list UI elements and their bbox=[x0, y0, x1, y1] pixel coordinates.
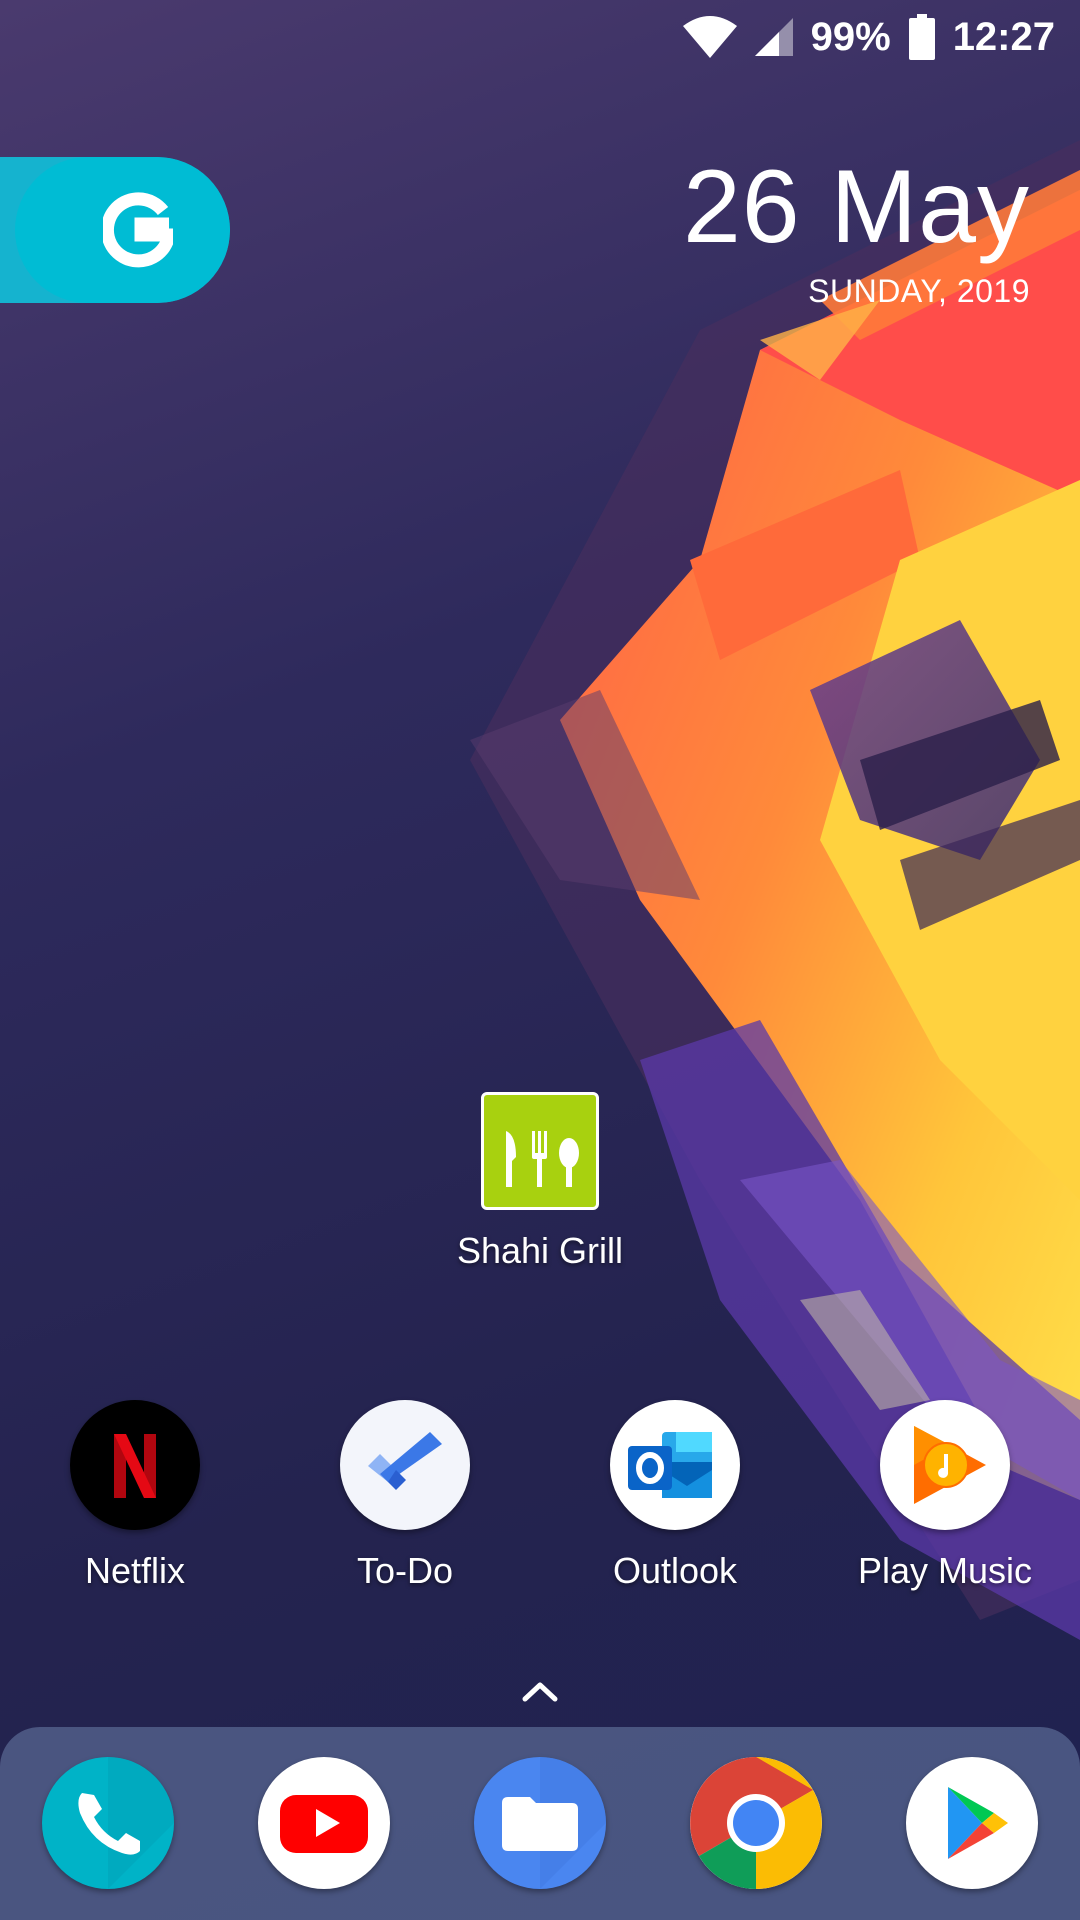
phone-icon[interactable] bbox=[42, 1757, 174, 1889]
battery-icon bbox=[908, 14, 935, 60]
app-todo[interactable]: To-Do bbox=[310, 1400, 500, 1592]
netflix-icon bbox=[70, 1400, 200, 1530]
google-g-icon bbox=[103, 192, 173, 268]
app-netflix[interactable]: Netflix bbox=[40, 1400, 230, 1592]
app-outlook[interactable]: Outlook bbox=[580, 1400, 770, 1592]
app-label: Play Music bbox=[857, 1550, 1033, 1591]
date-day-month: 26 May bbox=[682, 149, 1030, 265]
app-label: Outlook bbox=[612, 1550, 738, 1591]
folder-icon[interactable] bbox=[474, 1757, 606, 1889]
chrome-icon[interactable] bbox=[690, 1757, 822, 1889]
play-store-icon[interactable] bbox=[906, 1757, 1038, 1889]
home-screen: 99% 12:27 26 May SUNDAY, 2019 Shahi Gril… bbox=[0, 0, 1080, 1920]
app-label: Netflix bbox=[84, 1550, 186, 1591]
outlook-icon bbox=[610, 1400, 740, 1530]
chevron-up-icon[interactable] bbox=[522, 1680, 558, 1702]
utensils-icon bbox=[481, 1092, 599, 1210]
play-music-icon bbox=[880, 1400, 1010, 1530]
date-weekday-year: SUNDAY, 2019 bbox=[808, 273, 1030, 309]
date-widget[interactable]: 26 May SUNDAY, 2019 bbox=[683, 155, 1030, 310]
app-label: To-Do bbox=[356, 1550, 454, 1591]
status-bar: 99% 12:27 bbox=[0, 0, 1080, 72]
google-search-widget[interactable] bbox=[0, 157, 230, 303]
wifi-icon bbox=[682, 16, 737, 58]
battery-percent: 99% bbox=[810, 14, 891, 59]
app-play-music[interactable]: Play Music bbox=[850, 1400, 1040, 1592]
clock: 12:27 bbox=[952, 14, 1055, 59]
app-label: Shahi Grill bbox=[456, 1230, 624, 1271]
youtube-icon[interactable] bbox=[258, 1757, 390, 1889]
app-shahi-grill[interactable]: Shahi Grill bbox=[440, 1092, 640, 1272]
todo-check-icon bbox=[340, 1400, 470, 1530]
cellular-signal-icon bbox=[754, 18, 793, 56]
